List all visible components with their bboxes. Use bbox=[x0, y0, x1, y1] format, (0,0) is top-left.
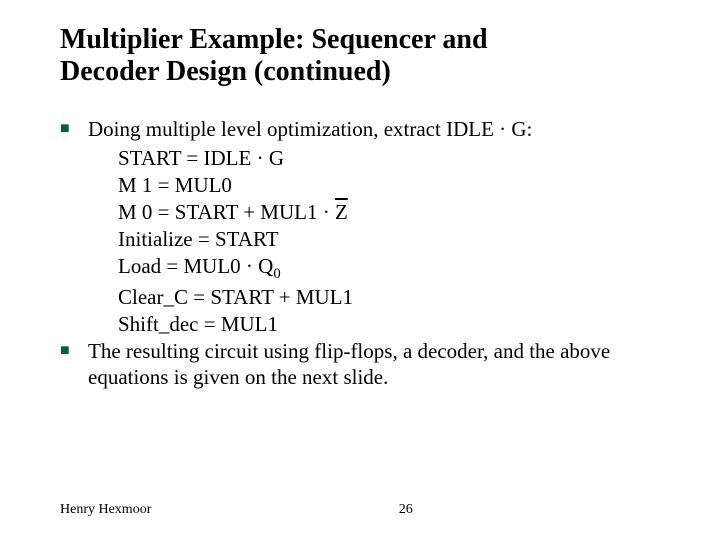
eq-clearc: Clear_C = START + MUL1 bbox=[118, 284, 660, 311]
eq-m1: M 1 = MUL0 bbox=[118, 172, 660, 199]
eq-initialize: Initialize = START bbox=[118, 226, 660, 253]
equation-block: START = IDLE · G M 1 = MUL0 M 0 = START … bbox=[118, 145, 660, 337]
bullet-item-2: ■ The resulting circuit using flip-flops… bbox=[60, 338, 660, 392]
eq-m0-zbar: Z bbox=[335, 200, 348, 224]
eq-shiftdec: Shift_dec = MUL1 bbox=[118, 311, 660, 338]
eq-load-sub: 0 bbox=[273, 266, 280, 282]
bullet-square-icon: ■ bbox=[60, 116, 88, 142]
bullet-item-1: ■ Doing multiple level optimization, ext… bbox=[60, 116, 660, 143]
eq-m0-lhs: M 0 = START + MUL1 · bbox=[118, 200, 335, 224]
footer-author: Henry Hexmoor bbox=[60, 502, 151, 518]
slide-body: ■ Doing multiple level optimization, ext… bbox=[60, 116, 660, 391]
bullet-1-text: Doing multiple level optimization, extra… bbox=[88, 116, 660, 143]
title-line-1: Multiplier Example: Sequencer and bbox=[60, 24, 488, 55]
slide-title: Multiplier Example: Sequencer and Decode… bbox=[60, 24, 660, 88]
bullet-square-icon: ■ bbox=[60, 338, 88, 364]
eq-m0: M 0 = START + MUL1 · Z bbox=[118, 199, 660, 226]
slide: Multiplier Example: Sequencer and Decode… bbox=[0, 0, 720, 540]
bullet-2-text: The resulting circuit using flip-flops, … bbox=[88, 338, 660, 392]
eq-load-lhs: Load = MUL0 · Q bbox=[118, 254, 273, 278]
slide-footer: Henry Hexmoor 26 bbox=[60, 502, 660, 518]
eq-start: START = IDLE · G bbox=[118, 145, 660, 172]
title-line-2: Decoder Design (continued) bbox=[60, 56, 391, 87]
eq-load: Load = MUL0 · Q0 bbox=[118, 253, 660, 284]
footer-page-number: 26 bbox=[399, 502, 413, 517]
